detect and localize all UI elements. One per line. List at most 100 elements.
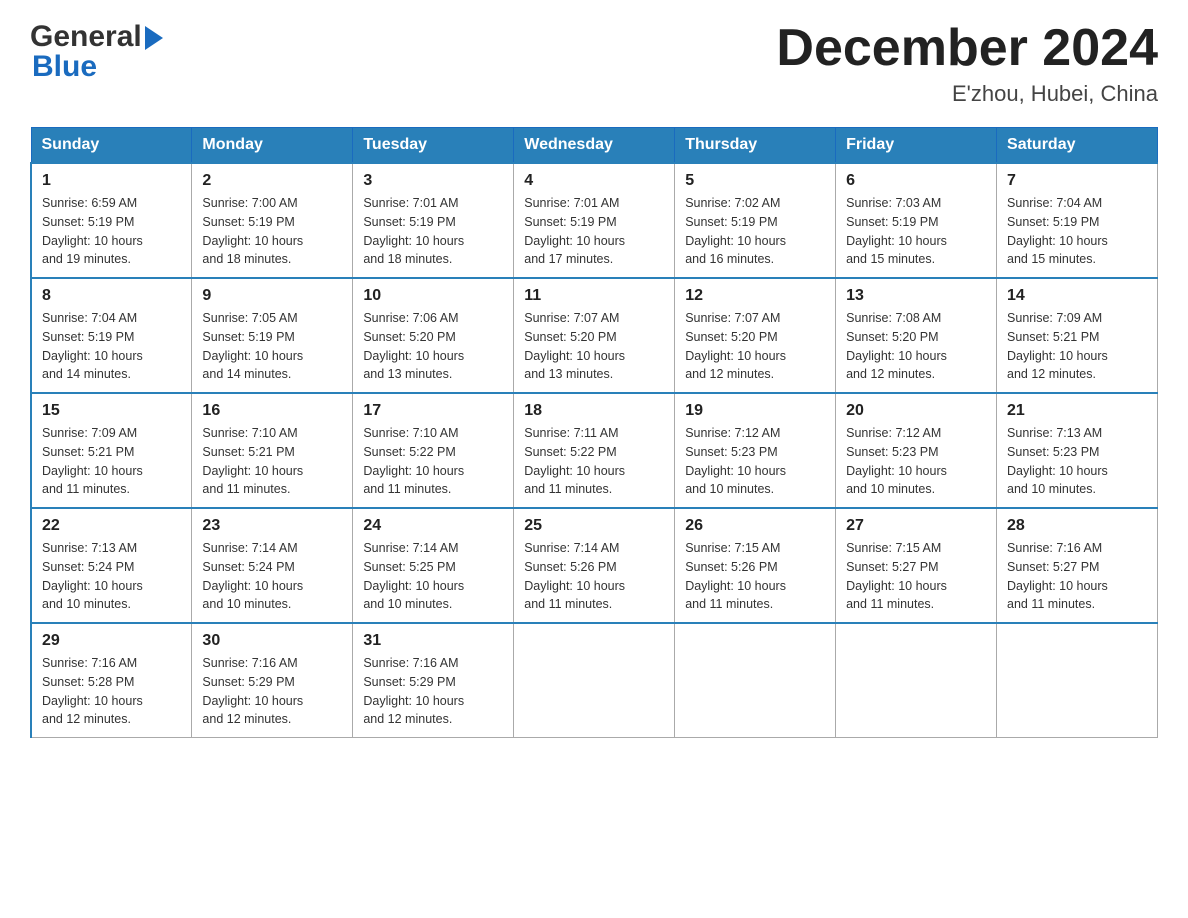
calendar-day-cell: 29 Sunrise: 7:16 AM Sunset: 5:28 PM Dayl…	[31, 623, 192, 738]
calendar-header-sunday: Sunday	[31, 128, 192, 164]
calendar-day-cell: 16 Sunrise: 7:10 AM Sunset: 5:21 PM Dayl…	[192, 393, 353, 508]
logo-triangle-icon	[145, 26, 163, 50]
calendar-day-cell	[514, 623, 675, 738]
calendar-header-row: SundayMondayTuesdayWednesdayThursdayFrid…	[31, 128, 1158, 164]
day-info: Sunrise: 7:14 AM Sunset: 5:25 PM Dayligh…	[363, 539, 503, 614]
day-info: Sunrise: 7:04 AM Sunset: 5:19 PM Dayligh…	[1007, 194, 1147, 269]
day-number: 25	[524, 517, 664, 535]
calendar-day-cell: 25 Sunrise: 7:14 AM Sunset: 5:26 PM Dayl…	[514, 508, 675, 623]
day-info: Sunrise: 7:02 AM Sunset: 5:19 PM Dayligh…	[685, 194, 825, 269]
calendar-day-cell: 18 Sunrise: 7:11 AM Sunset: 5:22 PM Dayl…	[514, 393, 675, 508]
day-number: 1	[42, 172, 181, 190]
day-info: Sunrise: 7:12 AM Sunset: 5:23 PM Dayligh…	[685, 424, 825, 499]
day-number: 8	[42, 287, 181, 305]
calendar-header-monday: Monday	[192, 128, 353, 164]
day-info: Sunrise: 7:10 AM Sunset: 5:22 PM Dayligh…	[363, 424, 503, 499]
day-number: 28	[1007, 517, 1147, 535]
day-info: Sunrise: 7:16 AM Sunset: 5:27 PM Dayligh…	[1007, 539, 1147, 614]
logo: General Blue	[30, 20, 163, 84]
calendar-day-cell: 11 Sunrise: 7:07 AM Sunset: 5:20 PM Dayl…	[514, 278, 675, 393]
day-info: Sunrise: 7:07 AM Sunset: 5:20 PM Dayligh…	[685, 309, 825, 384]
day-info: Sunrise: 7:16 AM Sunset: 5:29 PM Dayligh…	[363, 654, 503, 729]
calendar-week-row: 1 Sunrise: 6:59 AM Sunset: 5:19 PM Dayli…	[31, 163, 1158, 278]
day-number: 9	[202, 287, 342, 305]
day-info: Sunrise: 7:05 AM Sunset: 5:19 PM Dayligh…	[202, 309, 342, 384]
day-info: Sunrise: 7:11 AM Sunset: 5:22 PM Dayligh…	[524, 424, 664, 499]
day-number: 22	[42, 517, 181, 535]
title-area: December 2024 E'zhou, Hubei, China	[776, 20, 1158, 107]
calendar-day-cell: 20 Sunrise: 7:12 AM Sunset: 5:23 PM Dayl…	[836, 393, 997, 508]
calendar-day-cell: 22 Sunrise: 7:13 AM Sunset: 5:24 PM Dayl…	[31, 508, 192, 623]
calendar-header-tuesday: Tuesday	[353, 128, 514, 164]
day-number: 24	[363, 517, 503, 535]
calendar-day-cell: 14 Sunrise: 7:09 AM Sunset: 5:21 PM Dayl…	[997, 278, 1158, 393]
calendar-day-cell: 19 Sunrise: 7:12 AM Sunset: 5:23 PM Dayl…	[675, 393, 836, 508]
calendar-day-cell: 4 Sunrise: 7:01 AM Sunset: 5:19 PM Dayli…	[514, 163, 675, 278]
day-info: Sunrise: 7:14 AM Sunset: 5:24 PM Dayligh…	[202, 539, 342, 614]
calendar-day-cell: 17 Sunrise: 7:10 AM Sunset: 5:22 PM Dayl…	[353, 393, 514, 508]
day-info: Sunrise: 7:01 AM Sunset: 5:19 PM Dayligh…	[363, 194, 503, 269]
day-number: 12	[685, 287, 825, 305]
day-info: Sunrise: 7:09 AM Sunset: 5:21 PM Dayligh…	[42, 424, 181, 499]
calendar-day-cell: 31 Sunrise: 7:16 AM Sunset: 5:29 PM Dayl…	[353, 623, 514, 738]
logo-general-text: General	[30, 20, 142, 54]
day-info: Sunrise: 7:13 AM Sunset: 5:23 PM Dayligh…	[1007, 424, 1147, 499]
day-number: 6	[846, 172, 986, 190]
day-number: 27	[846, 517, 986, 535]
calendar-day-cell	[675, 623, 836, 738]
calendar-day-cell: 13 Sunrise: 7:08 AM Sunset: 5:20 PM Dayl…	[836, 278, 997, 393]
day-info: Sunrise: 7:01 AM Sunset: 5:19 PM Dayligh…	[524, 194, 664, 269]
day-number: 19	[685, 402, 825, 420]
day-info: Sunrise: 7:14 AM Sunset: 5:26 PM Dayligh…	[524, 539, 664, 614]
day-number: 20	[846, 402, 986, 420]
day-info: Sunrise: 7:10 AM Sunset: 5:21 PM Dayligh…	[202, 424, 342, 499]
day-info: Sunrise: 7:06 AM Sunset: 5:20 PM Dayligh…	[363, 309, 503, 384]
day-info: Sunrise: 7:15 AM Sunset: 5:27 PM Dayligh…	[846, 539, 986, 614]
location-text: E'zhou, Hubei, China	[776, 81, 1158, 107]
day-number: 5	[685, 172, 825, 190]
calendar-day-cell: 9 Sunrise: 7:05 AM Sunset: 5:19 PM Dayli…	[192, 278, 353, 393]
day-info: Sunrise: 7:13 AM Sunset: 5:24 PM Dayligh…	[42, 539, 181, 614]
day-info: Sunrise: 7:03 AM Sunset: 5:19 PM Dayligh…	[846, 194, 986, 269]
calendar-day-cell: 1 Sunrise: 6:59 AM Sunset: 5:19 PM Dayli…	[31, 163, 192, 278]
day-number: 2	[202, 172, 342, 190]
calendar-day-cell: 28 Sunrise: 7:16 AM Sunset: 5:27 PM Dayl…	[997, 508, 1158, 623]
calendar-day-cell: 27 Sunrise: 7:15 AM Sunset: 5:27 PM Dayl…	[836, 508, 997, 623]
calendar-day-cell: 26 Sunrise: 7:15 AM Sunset: 5:26 PM Dayl…	[675, 508, 836, 623]
day-info: Sunrise: 7:12 AM Sunset: 5:23 PM Dayligh…	[846, 424, 986, 499]
calendar-day-cell: 21 Sunrise: 7:13 AM Sunset: 5:23 PM Dayl…	[997, 393, 1158, 508]
day-info: Sunrise: 7:08 AM Sunset: 5:20 PM Dayligh…	[846, 309, 986, 384]
day-number: 31	[363, 632, 503, 650]
day-number: 30	[202, 632, 342, 650]
day-number: 11	[524, 287, 664, 305]
calendar-header-saturday: Saturday	[997, 128, 1158, 164]
day-info: Sunrise: 7:04 AM Sunset: 5:19 PM Dayligh…	[42, 309, 181, 384]
day-number: 13	[846, 287, 986, 305]
calendar-day-cell	[997, 623, 1158, 738]
day-number: 16	[202, 402, 342, 420]
page-header: General Blue December 2024 E'zhou, Hubei…	[30, 20, 1158, 107]
day-number: 17	[363, 402, 503, 420]
calendar-day-cell: 23 Sunrise: 7:14 AM Sunset: 5:24 PM Dayl…	[192, 508, 353, 623]
calendar-header-wednesday: Wednesday	[514, 128, 675, 164]
day-number: 23	[202, 517, 342, 535]
day-number: 15	[42, 402, 181, 420]
calendar-day-cell: 7 Sunrise: 7:04 AM Sunset: 5:19 PM Dayli…	[997, 163, 1158, 278]
day-info: Sunrise: 7:16 AM Sunset: 5:28 PM Dayligh…	[42, 654, 181, 729]
calendar-day-cell: 15 Sunrise: 7:09 AM Sunset: 5:21 PM Dayl…	[31, 393, 192, 508]
day-number: 29	[42, 632, 181, 650]
day-info: Sunrise: 7:16 AM Sunset: 5:29 PM Dayligh…	[202, 654, 342, 729]
calendar-day-cell: 3 Sunrise: 7:01 AM Sunset: 5:19 PM Dayli…	[353, 163, 514, 278]
calendar-table: SundayMondayTuesdayWednesdayThursdayFrid…	[30, 127, 1158, 738]
day-number: 14	[1007, 287, 1147, 305]
calendar-week-row: 8 Sunrise: 7:04 AM Sunset: 5:19 PM Dayli…	[31, 278, 1158, 393]
day-number: 10	[363, 287, 503, 305]
day-number: 26	[685, 517, 825, 535]
calendar-day-cell: 5 Sunrise: 7:02 AM Sunset: 5:19 PM Dayli…	[675, 163, 836, 278]
calendar-week-row: 29 Sunrise: 7:16 AM Sunset: 5:28 PM Dayl…	[31, 623, 1158, 738]
calendar-day-cell	[836, 623, 997, 738]
day-number: 4	[524, 172, 664, 190]
day-info: Sunrise: 6:59 AM Sunset: 5:19 PM Dayligh…	[42, 194, 181, 269]
calendar-week-row: 15 Sunrise: 7:09 AM Sunset: 5:21 PM Dayl…	[31, 393, 1158, 508]
calendar-day-cell: 12 Sunrise: 7:07 AM Sunset: 5:20 PM Dayl…	[675, 278, 836, 393]
